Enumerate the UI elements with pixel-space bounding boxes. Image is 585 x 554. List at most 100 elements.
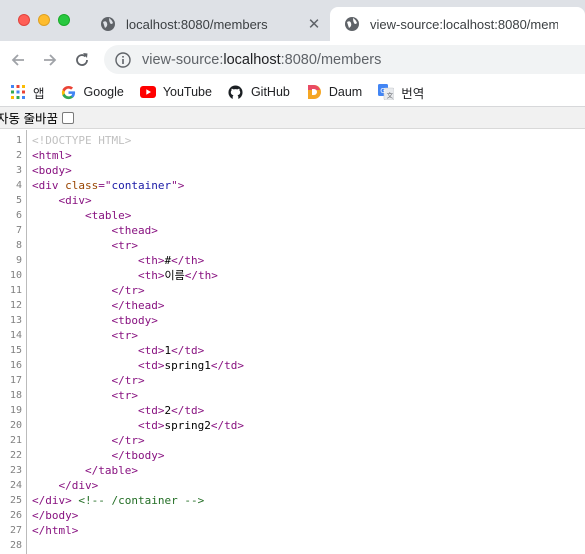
line-wrap-label: 자동 줄바꿈 [0,112,58,126]
line-number: 16 [9,360,22,371]
source-line: 13 <tbody> [0,313,585,328]
bookmark-youtube[interactable]: YouTube [139,84,212,100]
token-doc: <!DOCTYPE HTML> [32,134,132,147]
bookmark-apps[interactable]: 앱 [10,83,45,102]
bookmark-label: 앱 [33,86,45,101]
token-tag: <div [32,179,66,192]
maximize-window-button[interactable] [58,14,70,26]
svg-text:G: G [380,87,385,95]
token-tag: <th> [137,254,165,267]
source-line: 14 <tr> [0,328,585,343]
bookmarks-bar: 앱 Google YouTube GitHub Daum G 文 번역 [0,78,585,106]
source-line: 2 <html> [0,148,585,163]
info-icon[interactable] [115,51,131,68]
line-number: 2 [15,150,22,161]
source-line: 6 <table> [0,208,585,223]
bookmark-daum[interactable]: Daum [306,84,362,100]
line-number: 20 [9,420,22,431]
line-number: 25 [9,495,22,506]
source-line: 4 <div class="container"> [0,178,585,193]
bookmark-translate[interactable]: G 文 번역 [378,83,424,102]
bookmark-label: YouTube [162,85,212,99]
line-number: 3 [15,165,22,176]
line-code: </thead> [32,298,164,313]
token-tag: </td> [210,419,244,432]
line-code: <thead> [32,223,157,238]
bookmark-label: GitHub [250,85,290,99]
close-window-button[interactable] [18,14,30,26]
line-code: </tr> [32,373,144,388]
source-line: 25 </div> <!-- /container --> [0,493,585,508]
token-tag: </div> [32,494,72,507]
reload-button[interactable] [71,49,93,71]
line-number: 22 [9,450,22,461]
line-code: <tbody> [32,313,157,328]
token-tag: </td> [171,344,205,357]
line-code: </table> [32,463,138,478]
source-line: 17 </tr> [0,373,585,388]
token-com: <!-- /container --> [78,494,205,507]
line-number: 5 [15,195,22,206]
source-line: 8 <tr> [0,238,585,253]
token-tag: =" [98,179,112,192]
line-number: 10 [9,270,22,281]
arrow-left-icon [11,54,24,66]
line-number: 4 [15,180,22,191]
token-txt: spring2 [164,419,211,432]
github-icon [228,84,244,100]
line-code: <th>#</th> [32,253,204,268]
token-tag: </tr> [111,434,145,447]
line-wrap-bar: 자동 줄바꿈 [0,107,585,129]
line-code: <td>2</td> [32,403,204,418]
line-code: <div> [32,193,92,208]
daum-icon [306,84,322,100]
token-tag: <td> [137,404,165,417]
source-line: 19 <td>2</td> [0,403,585,418]
line-number: 9 [15,255,22,266]
line-code: <td>spring2</td> [32,418,244,433]
line-code: <body> [32,163,72,178]
source-line: 15 <td>1</td> [0,343,585,358]
url-scheme: view-source: [142,51,224,68]
source-line: 1 <!DOCTYPE HTML> [0,133,585,148]
tab-view-source[interactable]: view-source:localhost:8080/members [330,7,585,41]
browser-toolbar: view-source: localhost:8080/members [0,41,585,78]
line-number: 23 [9,465,22,476]
line-number: 27 [9,525,22,536]
token-tag: </div> [58,479,99,492]
bookmark-github[interactable]: GitHub [228,84,290,100]
line-number: 13 [9,315,22,326]
line-code: </body> [32,508,78,523]
address-bar[interactable]: view-source: localhost:8080/members [104,45,585,74]
line-number: 12 [9,300,22,311]
line-code: </tbody> [32,448,164,463]
line-number: 14 [9,330,22,341]
tab-members[interactable]: localhost:8080/members ✕ [86,7,332,41]
bookmark-google[interactable]: Google [61,84,124,100]
line-number: 26 [9,510,22,521]
token-tag: <body> [32,164,72,177]
back-button[interactable] [7,49,29,71]
line-number: 18 [9,390,22,401]
token-attr: class [65,179,99,192]
minimize-window-button[interactable] [38,14,50,26]
source-line: 23 </table> [0,463,585,478]
token-tag: </tbody> [111,449,165,462]
forward-button[interactable] [39,49,61,71]
token-tag: </th> [184,269,218,282]
line-wrap-checkbox[interactable] [61,111,74,124]
line-code: <tr> [32,388,138,403]
token-txt: 이름 [164,269,185,282]
line-number: 28 [9,540,22,551]
source-line: 5 <div> [0,193,585,208]
close-icon[interactable]: ✕ [306,15,322,33]
